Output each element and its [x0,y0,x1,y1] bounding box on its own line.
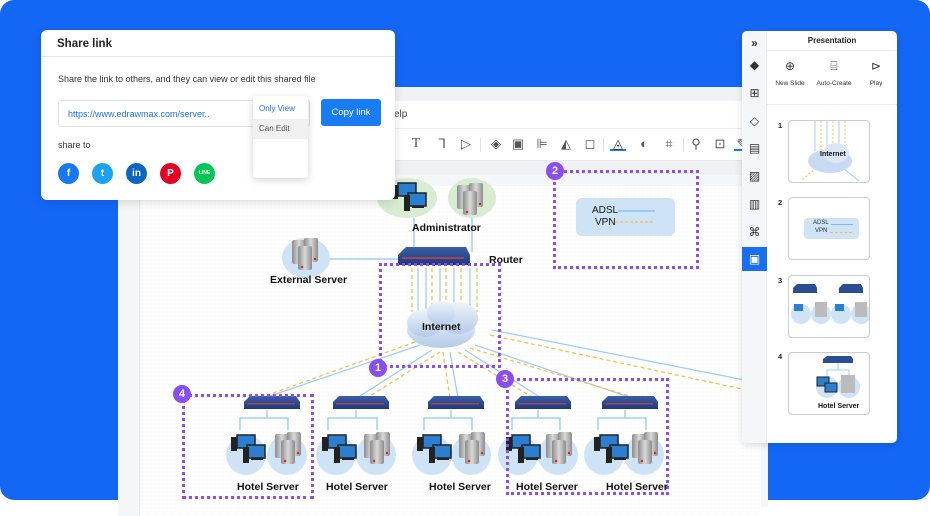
slide-thumbnail-2[interactable]: ADSL VPN [788,197,870,260]
shadow-icon[interactable]: ◐ [636,136,652,152]
divider [767,104,897,105]
presentation-panel: » ◆ ⊞ ◇ ▤ ▨ ▥ ⌘ ▣ Presentation ⊕ New Sli… [742,31,897,443]
document-icon[interactable]: ▤ [742,136,767,160]
hotel-server-label: Hotel Server [429,481,491,493]
toolbar-divider [683,138,684,152]
layers-icon[interactable]: ◈ [488,136,504,152]
twitter-icon[interactable]: t [92,163,113,184]
share-link-dialog: Share link Share the link to others, and… [41,30,395,200]
slide-marker-2[interactable]: 2 [546,162,564,180]
slide-number: 4 [778,352,783,361]
image-icon[interactable]: ▨ [742,164,767,188]
canvas-left-margin [118,186,140,516]
dialog-description: Share the link to others, and they can v… [58,74,316,84]
mindmap-icon[interactable]: ⌘ [742,220,767,244]
panel-title: Presentation [767,31,897,51]
align-icon[interactable]: ⊫ [534,136,550,152]
slide-frame-4[interactable] [182,394,314,499]
auto-create-label: Auto-Create [816,80,852,87]
search-icon[interactable]: ⚲ [688,136,704,152]
option-only-view[interactable]: Only View [253,99,308,119]
dialog-title: Share link [41,30,395,57]
share-to-label: share to [58,140,91,150]
present-icon[interactable]: ⊡ [712,136,728,152]
thumb-vpn: VPN [815,228,828,234]
linkedin-icon[interactable]: in [126,163,147,184]
hotel-server-label: Hotel Server [326,481,388,493]
option-can-edit[interactable]: Can Edit [253,119,308,139]
external-server-node[interactable] [282,238,330,278]
external-server-label: External Server [270,274,348,286]
collapse-icon[interactable]: » [742,31,767,55]
pointer-icon[interactable]: ▷ [458,136,474,152]
slide-number: 3 [778,276,783,285]
side-rail: » ◆ ⊞ ◇ ▤ ▨ ▥ ⌘ ▣ [742,31,767,443]
frame-icon[interactable]: ◻ [582,136,598,152]
slide-thumbnail-3[interactable] [788,275,870,338]
chart-icon[interactable]: ▥ [742,192,767,216]
new-slide-button[interactable]: ⊕ New Slide [768,59,812,87]
facebook-icon[interactable]: f [58,163,79,184]
pinterest-icon[interactable]: P [160,163,181,184]
slide-marker-3[interactable]: 3 [496,370,514,388]
easel-icon: ⌸ [830,59,838,73]
text-icon[interactable]: T [408,136,424,152]
crop-icon[interactable]: ⌗ [661,136,677,152]
group-icon[interactable]: ▣ [510,136,526,152]
presentation-icon[interactable]: ▣ [742,247,767,271]
share-link-url[interactable]: https://www.edrawmax.com/server.. [68,109,210,119]
menu-help[interactable]: elp [394,109,407,120]
slide-frame-1[interactable] [379,263,501,368]
layers-icon[interactable]: ◇ [742,109,767,133]
toolbar-divider [603,138,604,152]
thumb-adsl: ADSL [813,220,829,226]
slide-1-caption: Internet [820,151,846,158]
slide-marker-1[interactable]: 1 [369,359,387,377]
slide-marker-4[interactable]: 4 [173,385,191,403]
slide-frame-2[interactable] [553,170,699,269]
slide-number: 2 [778,198,783,207]
administrator-label: Administrator [412,222,481,234]
play-circle-icon: ⊳ [870,59,882,73]
flip-icon[interactable]: ◭ [558,136,574,152]
thumb-legend: ADSL VPN [804,218,859,239]
line-icon[interactable]: LINE [194,163,215,184]
toolbar-divider [480,138,481,152]
connector-icon[interactable]: ᒣ [434,136,450,152]
auto-create-button[interactable]: ⌸ Auto-Create [812,59,856,87]
new-slide-label: New Slide [775,80,805,87]
fill-color-icon[interactable]: ◬ [610,136,626,151]
play-button[interactable]: ⊳ Play [854,59,897,87]
slide-4-caption: Hotel Server [818,403,860,410]
slide-number: 1 [778,121,783,130]
plus-circle-icon: ⊕ [784,59,796,73]
copy-link-button[interactable]: Copy link [321,99,381,126]
slide-frame-3[interactable] [506,378,669,495]
play-label: Play [869,80,883,87]
permission-dropdown: Only View Can Edit [253,96,308,178]
grid-icon[interactable]: ⊞ [742,81,767,105]
fill-icon[interactable]: ◆ [742,53,767,77]
